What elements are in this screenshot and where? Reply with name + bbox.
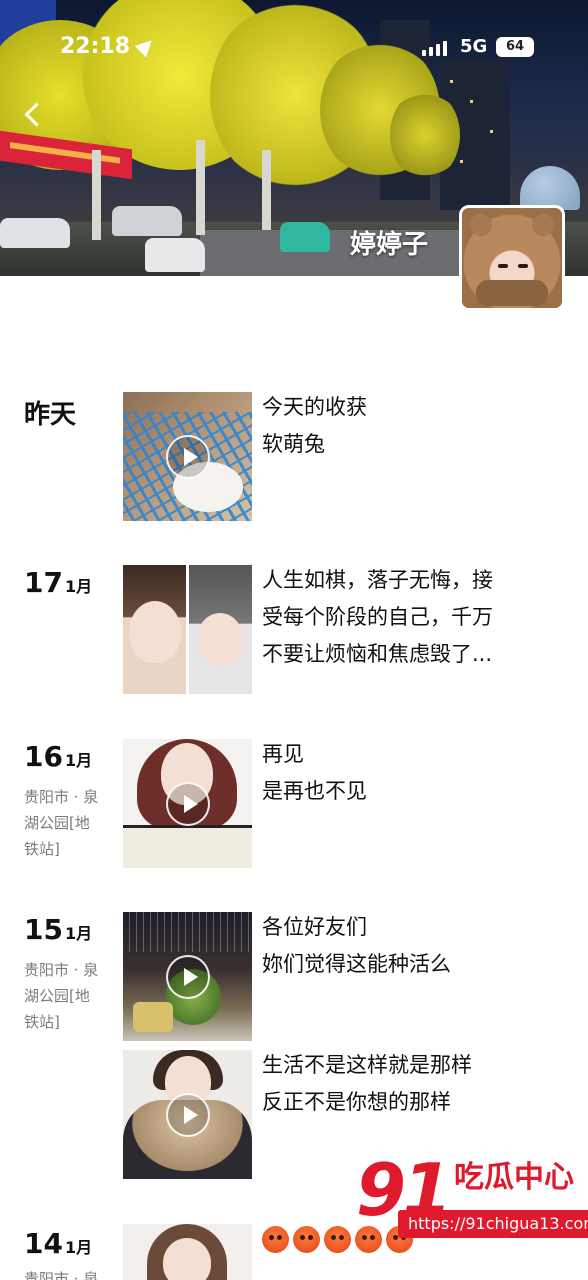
car <box>112 206 182 236</box>
date-month: 1月 <box>64 924 93 943</box>
watermark: 91 吃瓜中心 https://91chigua13.com <box>356 1150 588 1250</box>
watermark-name: 吃瓜中心 <box>454 1160 574 1195</box>
car <box>0 218 70 248</box>
back-button[interactable] <box>18 100 48 130</box>
date-day: 15 <box>24 913 63 946</box>
face <box>163 1238 211 1280</box>
play-icon <box>166 955 210 999</box>
post-thumbnail[interactable] <box>123 392 252 521</box>
status-time: 22:18 <box>60 34 131 59</box>
ginkgo-tree <box>390 90 460 180</box>
avatar[interactable] <box>459 205 565 311</box>
battery-icon: 64 <box>496 37 534 57</box>
face <box>197 613 243 665</box>
post-caption[interactable]: 各位好友们 妳们觉得这能种活么 <box>262 909 552 983</box>
date-month: 1月 <box>64 1238 93 1257</box>
angry-face-icon <box>324 1226 351 1253</box>
watermark-url: https://91chigua13.com <box>398 1210 588 1238</box>
signal-icon <box>422 40 450 56</box>
profile-username: 婷婷子 <box>350 230 429 260</box>
scooter <box>145 238 205 272</box>
post-thumbnail[interactable] <box>123 1224 252 1280</box>
post-location[interactable]: 贵阳市 · 泉 <box>24 1266 110 1280</box>
angry-face-icon <box>262 1226 289 1253</box>
date-month: 1月 <box>64 751 93 770</box>
post-caption[interactable]: 人生如棋，落子无悔，接 受每个阶段的自己，千万 不要让烦恼和焦虑毁了... <box>262 562 552 673</box>
entry-date: 16 1月 <box>24 740 92 773</box>
post-caption[interactable]: 生活不是这样就是那样 反正不是你想的那样 <box>262 1047 552 1121</box>
entry-date: 14 1月 <box>24 1227 92 1260</box>
post-location[interactable]: 贵阳市 · 泉 湖公园[地 铁站] <box>24 784 110 862</box>
entry-date: 17 1月 <box>24 566 92 599</box>
network-type: 5G <box>460 36 488 57</box>
white-coat <box>123 825 252 868</box>
post-location[interactable]: 贵阳市 · 泉 湖公园[地 铁站] <box>24 957 110 1035</box>
date-month: 1月 <box>64 577 93 596</box>
face <box>129 601 181 663</box>
entry-date: 15 1月 <box>24 913 92 946</box>
date-day: 17 <box>24 566 63 599</box>
post-caption[interactable]: 再见 是再也不见 <box>262 736 552 810</box>
post-caption[interactable]: 今天的收获 软萌兔 <box>262 389 552 463</box>
play-icon <box>166 1093 210 1137</box>
angry-face-icon <box>293 1226 320 1253</box>
date-day: 14 <box>24 1227 63 1260</box>
date-day: 16 <box>24 740 63 773</box>
play-icon <box>166 435 210 479</box>
entry-date: 昨天 <box>24 394 76 431</box>
scooter <box>280 222 330 252</box>
post-thumbnail[interactable] <box>123 912 252 1041</box>
post-thumbnail[interactable] <box>123 739 252 868</box>
post-thumbnail[interactable] <box>123 1050 252 1179</box>
post-thumbnail[interactable] <box>123 565 252 694</box>
date-yesterday: 昨天 <box>24 400 77 430</box>
play-icon <box>166 782 210 826</box>
